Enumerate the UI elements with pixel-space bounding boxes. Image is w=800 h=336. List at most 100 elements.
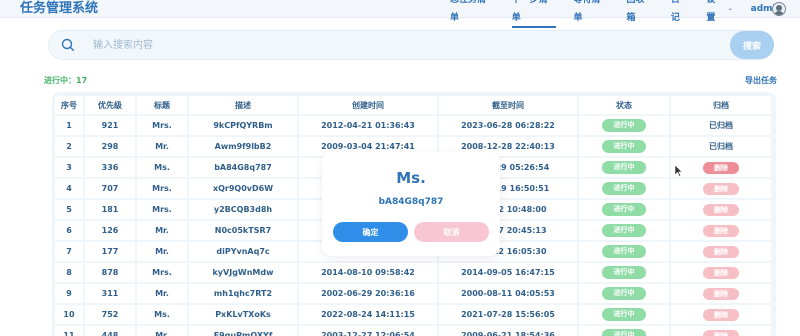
- status-badge: 进行中: [602, 182, 646, 195]
- delete-button[interactable]: 删除: [703, 266, 739, 279]
- cell-status: 进行中: [579, 200, 671, 219]
- avatar[interactable]: [772, 2, 786, 16]
- cell-archive: 删除: [671, 263, 773, 282]
- nav-all-tasks[interactable]: 总任务清单: [450, 0, 494, 27]
- cell-status: 进行中: [579, 305, 671, 324]
- header-title: 标题: [137, 96, 189, 114]
- nav-diary[interactable]: 日记: [671, 0, 689, 27]
- cell-archive: 删除: [671, 221, 773, 240]
- export-tasks-link[interactable]: 导出任务: [745, 75, 777, 86]
- cell-archive: 删除: [671, 200, 773, 219]
- cell-title: Ms.: [137, 158, 189, 177]
- search-bar: [48, 30, 774, 60]
- delete-button[interactable]: 删除: [703, 245, 739, 258]
- cell-no: 4: [55, 179, 85, 198]
- search-input[interactable]: [93, 31, 693, 59]
- search-button[interactable]: 搜索: [730, 31, 774, 59]
- cell-archive: 已归档: [671, 137, 773, 156]
- cell-no: 9: [55, 284, 85, 303]
- cell-created: 2012-04-21 01:36:43: [299, 116, 439, 135]
- cell-title: Mr.: [137, 326, 189, 336]
- table-row[interactable]: 11 448 Mr. E9quPmOXYf 2003-12-27 12:06:54 200…: [55, 326, 773, 336]
- cell-description: diPYvnAq7c: [189, 242, 299, 261]
- settings-label: 设置: [706, 0, 716, 23]
- cell-status: 进行中: [579, 221, 671, 240]
- header-priority: 优先级: [85, 96, 137, 114]
- cell-created: 2002-06-29 20:36:16: [299, 284, 439, 303]
- header-description: 描述: [189, 96, 299, 114]
- cell-description: bA84G8q787: [189, 158, 299, 177]
- search-icon: [61, 38, 75, 52]
- cell-archive: 删除: [671, 242, 773, 261]
- delete-button[interactable]: 删除: [703, 224, 739, 237]
- status-badge: 进行中: [602, 203, 646, 216]
- ongoing-count: 进行中：17: [44, 76, 88, 85]
- header-no: 序号: [55, 96, 85, 114]
- cell-title: Mrs.: [137, 179, 189, 198]
- modal-title: Ms.: [396, 169, 426, 187]
- header-status: 状态: [579, 96, 671, 114]
- cell-title: Mrs.: [137, 200, 189, 219]
- cell-title: Mr.: [137, 242, 189, 261]
- cell-priority: 707: [85, 179, 137, 198]
- delete-button[interactable]: 删除: [703, 287, 739, 300]
- cell-deadline: 2014-09-05 16:47:15: [439, 263, 579, 282]
- delete-button[interactable]: 删除: [703, 329, 739, 336]
- cancel-button[interactable]: 取消: [414, 222, 489, 242]
- cell-title: Ms.: [137, 305, 189, 324]
- header-archive: 归档: [671, 96, 773, 114]
- cell-no: 3: [55, 158, 85, 177]
- main-nav: 总任务清单 下一步清单 等待清单 回收箱 日记 设置 ⌄ admin: [450, 0, 800, 28]
- cell-no: 2: [55, 137, 85, 156]
- cell-priority: 177: [85, 242, 137, 261]
- cell-priority: 298: [85, 137, 137, 156]
- status-badge: 进行中: [602, 161, 646, 174]
- delete-button[interactable]: 删除: [703, 308, 739, 321]
- cell-status: 进行中: [579, 116, 671, 135]
- table-row[interactable]: 9 311 Mr. mh1qhc7RT2 2002-06-29 20:36:16 2000…: [55, 284, 773, 303]
- table-header-row: 序号 优先级 标题 描述 创建时间 截至时间 状态 归档: [55, 96, 773, 114]
- table-row[interactable]: 10 752 Ms. PxKLvTXoKs 2022-08-24 14:11:15 202…: [55, 305, 773, 324]
- status-badge: 进行中: [602, 119, 646, 132]
- delete-button[interactable]: 删除: [703, 203, 739, 216]
- table-row[interactable]: 8 878 Mrs. kyVJgWnMdw 2014-08-10 09:58:42 201…: [55, 263, 773, 282]
- nav-settings[interactable]: 设置 ⌄: [706, 0, 732, 27]
- delete-button[interactable]: 删除: [703, 161, 739, 174]
- cell-no: 5: [55, 200, 85, 219]
- cell-created: 2022-08-24 14:11:15: [299, 305, 439, 324]
- cell-description: N0c05kTSR7: [189, 221, 299, 240]
- table-row[interactable]: 1 921 Mrs. 9kCPfQYRBm 2012-04-21 01:36:43 202…: [55, 116, 773, 135]
- cell-description: y2BCQB3d8h: [189, 200, 299, 219]
- cell-priority: 448: [85, 326, 137, 336]
- cell-status: 进行中: [579, 284, 671, 303]
- header-created: 创建时间: [299, 96, 439, 114]
- cell-priority: 181: [85, 200, 137, 219]
- cell-deadline: 2023-06-28 06:28:22: [439, 116, 579, 135]
- cell-priority: 126: [85, 221, 137, 240]
- nav-next-steps[interactable]: 下一步清单: [511, 0, 556, 28]
- nav-recycle-bin[interactable]: 回收箱: [627, 0, 653, 27]
- chevron-down-icon: ⌄: [727, 5, 733, 12]
- cell-archive: 已归档: [671, 116, 773, 135]
- cell-priority: 336: [85, 158, 137, 177]
- cell-archive: 删除: [671, 158, 773, 177]
- cell-priority: 311: [85, 284, 137, 303]
- cell-title: Mr.: [137, 221, 189, 240]
- cell-deadline: 2000-08-11 04:05:53: [439, 284, 579, 303]
- cell-status: 进行中: [579, 179, 671, 198]
- status-badge: 进行中: [602, 266, 646, 279]
- cell-created: 2003-12-27 12:06:54: [299, 326, 439, 336]
- cell-description: xQr9Q0vD6W: [189, 179, 299, 198]
- header-deadline: 截至时间: [439, 96, 579, 114]
- cell-description: PxKLvTXoKs: [189, 305, 299, 324]
- cell-description: Awm9f9lbB2: [189, 137, 299, 156]
- cell-priority: 921: [85, 116, 137, 135]
- confirm-button[interactable]: 确定: [333, 222, 408, 242]
- cell-no: 10: [55, 305, 85, 324]
- nav-waiting[interactable]: 等待清单: [574, 0, 609, 27]
- delete-button[interactable]: 删除: [703, 182, 739, 195]
- modal-description: bA84G8q787: [378, 197, 444, 207]
- cell-title: Mr.: [137, 284, 189, 303]
- archived-label: 已归档: [709, 121, 733, 130]
- cell-title: Mrs.: [137, 116, 189, 135]
